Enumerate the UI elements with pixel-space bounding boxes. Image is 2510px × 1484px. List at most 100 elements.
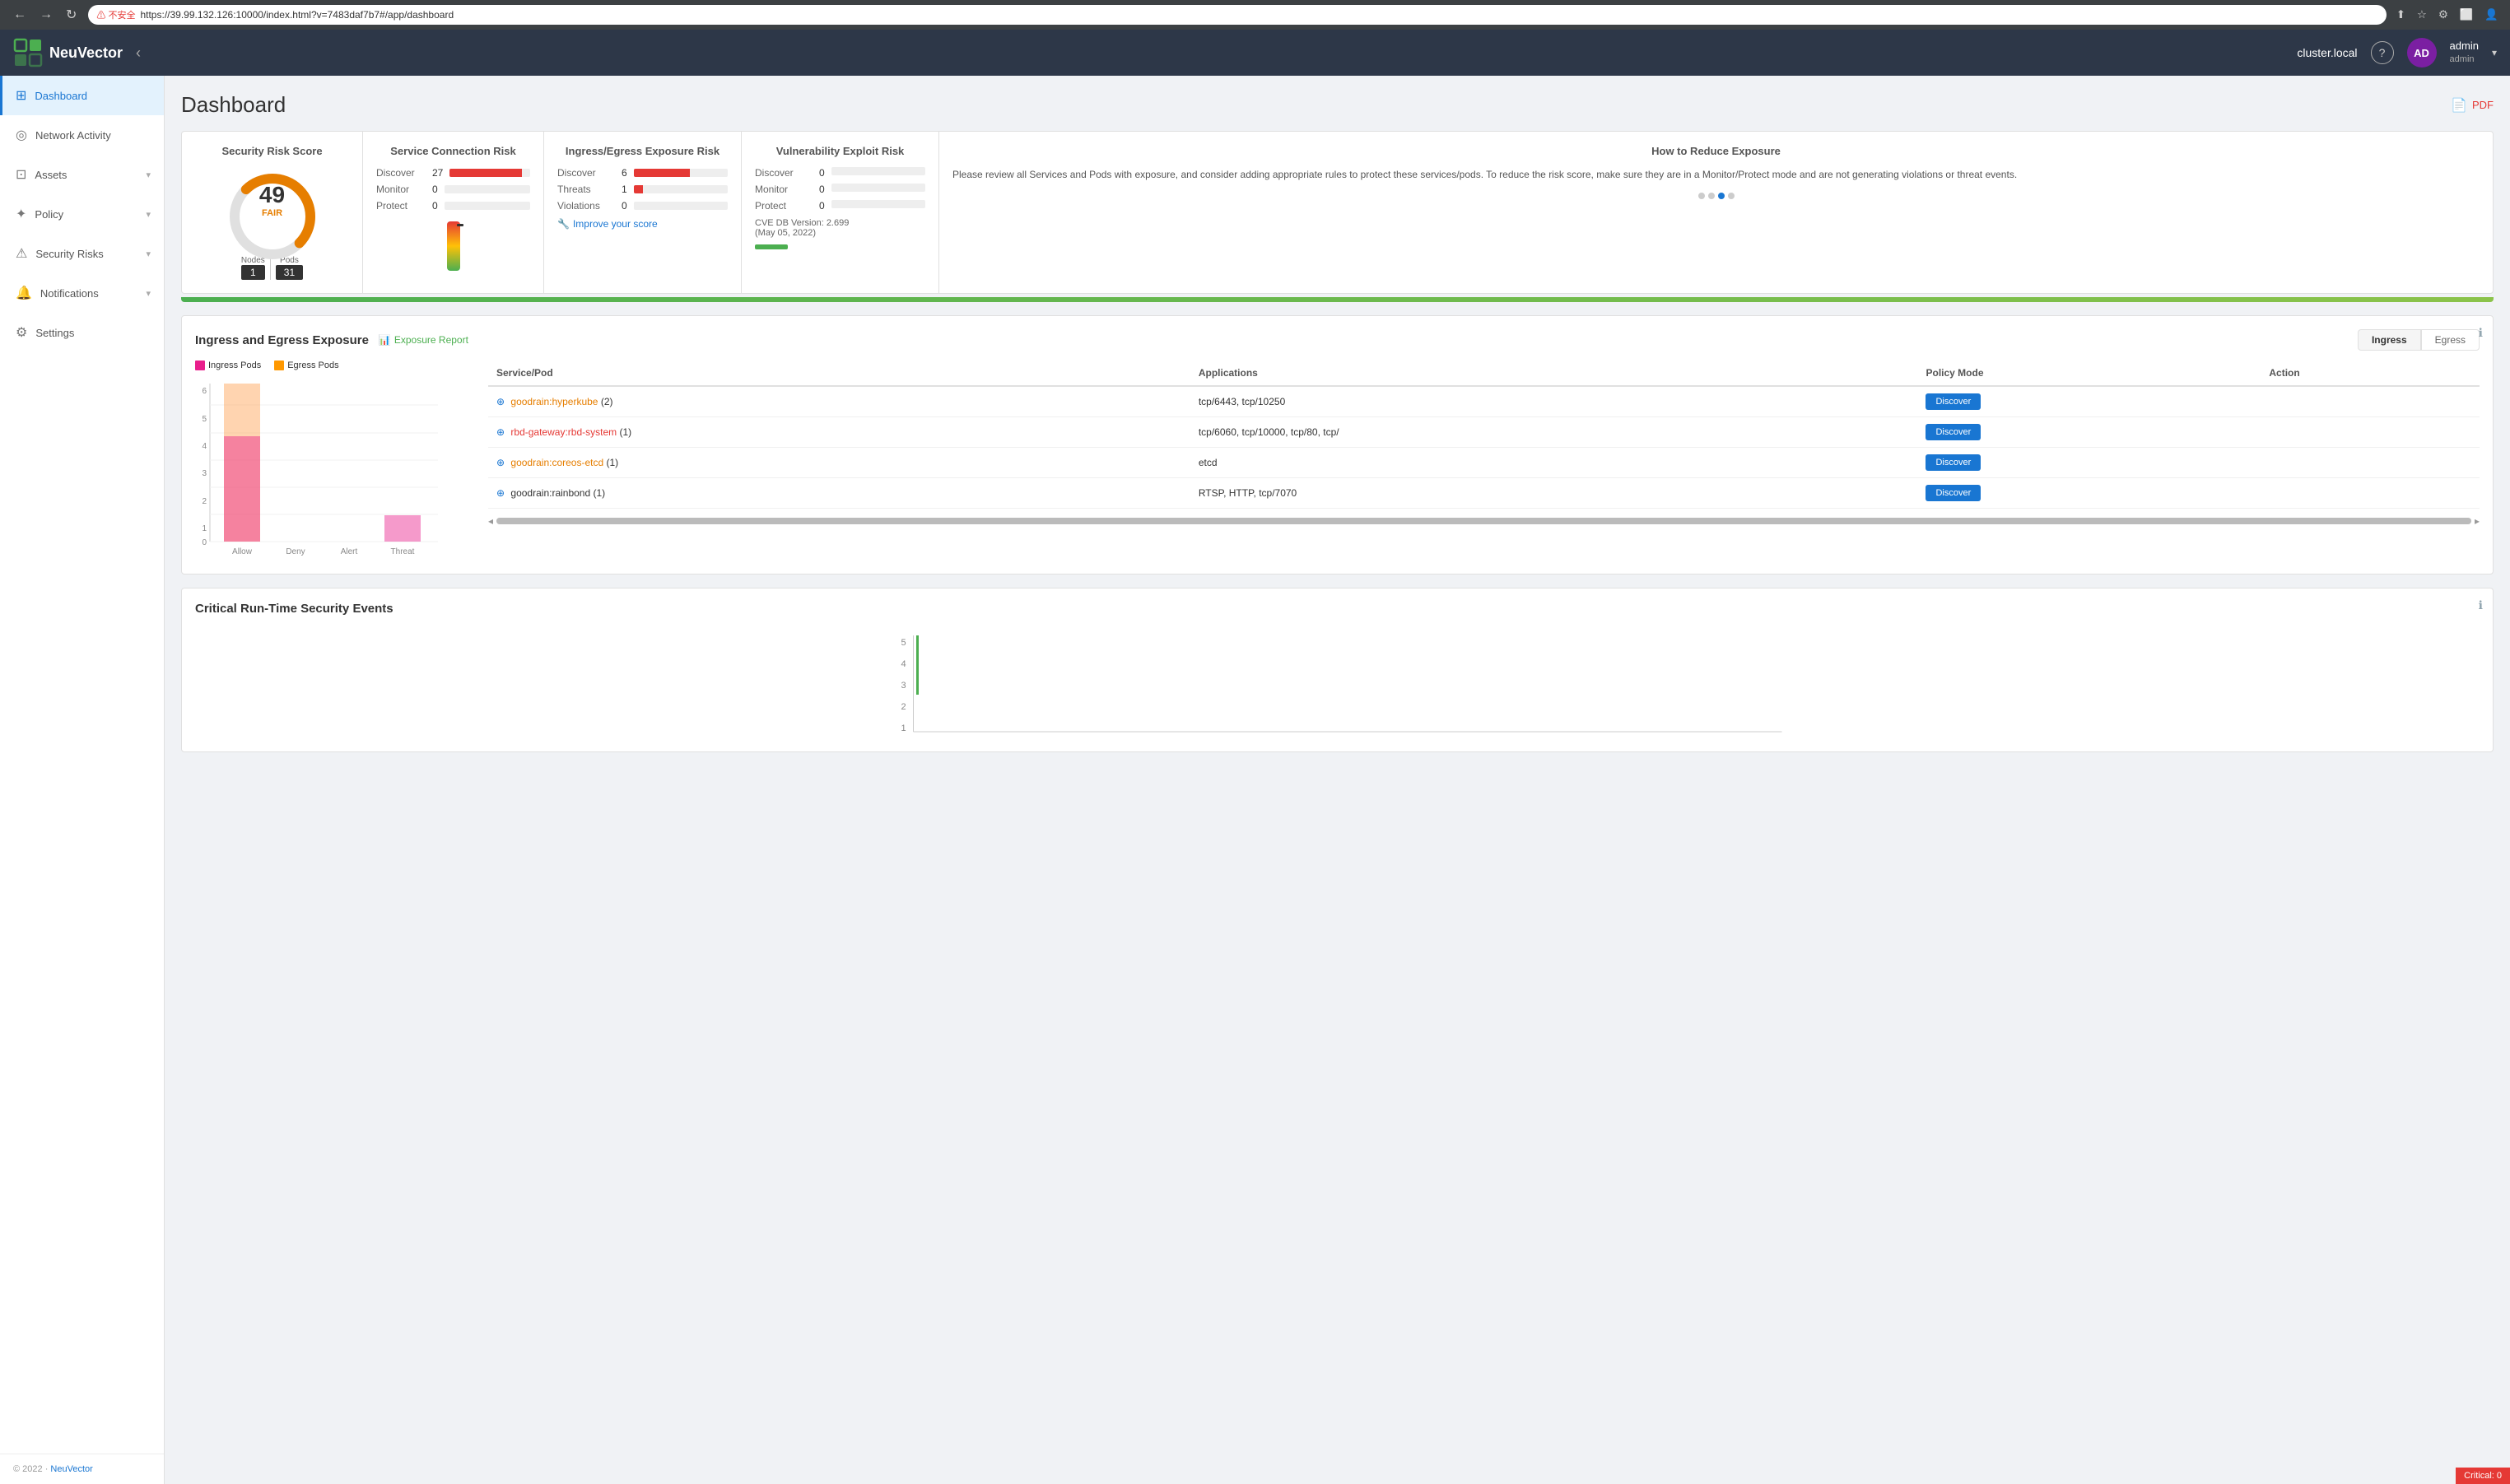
action-cell	[2261, 417, 2480, 448]
bar-chart-svg: 6 5 4 3 2 1 0	[195, 377, 442, 558]
pdf-button[interactable]: 📄 PDF	[2451, 97, 2494, 114]
user-avatar[interactable]: AD	[2407, 38, 2437, 67]
critical-events-svg: 5 4 3 2 1	[195, 629, 2480, 736]
scr-monitor-value: 0	[432, 184, 438, 195]
info-icon[interactable]: ℹ	[2479, 326, 2483, 340]
critical-events-section: ℹ Critical Run-Time Security Events 5 4 …	[181, 588, 2494, 752]
expand-icon[interactable]: ⊕	[496, 426, 505, 438]
chevron-down-icon: ▾	[146, 170, 151, 180]
security-risk-score-title: Security Risk Score	[195, 145, 349, 157]
col-policy-mode: Policy Mode	[1917, 361, 2261, 386]
ie-threats-value: 1	[622, 184, 627, 195]
bookmark-button[interactable]: ☆	[2414, 7, 2430, 23]
ingress-toggle-button[interactable]: Ingress	[2358, 329, 2421, 351]
policy-icon: ✦	[16, 206, 26, 222]
cve-db-version: CVE DB Version: 2.699 (May 05, 2022)	[755, 218, 925, 238]
discover-button[interactable]: Discover	[1926, 393, 1981, 410]
bar-chart-container: 6 5 4 3 2 1 0	[195, 377, 475, 561]
extensions-button[interactable]: ⚙	[2435, 7, 2452, 23]
security-risk-score-card: Security Risk Score 49 FAIR	[182, 132, 363, 293]
pods-value: 31	[276, 265, 303, 280]
service-link-hyperkube[interactable]: goodrain:hyperkube	[510, 396, 598, 407]
critical-badge: Critical: 0	[2456, 1468, 2510, 1484]
ie-rows: Discover 6 Threats 1 Viola	[557, 167, 728, 212]
expand-icon[interactable]: ⊕	[496, 396, 505, 407]
share-button[interactable]: ⬆	[2393, 7, 2409, 23]
section-header: Ingress and Egress Exposure 📊 Exposure R…	[195, 329, 2480, 351]
ie-row-violations: Violations 0	[557, 200, 728, 212]
back-button[interactable]: ←	[8, 6, 31, 24]
carousel-dot-4[interactable]	[1728, 193, 1735, 199]
service-count: (1)	[606, 457, 618, 468]
browser-actions: ⬆ ☆ ⚙ ⬜ 👤	[2393, 7, 2502, 23]
app-title: NeuVector	[49, 44, 123, 62]
sidebar-item-network-activity[interactable]: ◎ Network Activity	[0, 115, 164, 155]
info-icon[interactable]: ℹ	[2479, 598, 2483, 612]
carousel-dot-1[interactable]	[1698, 193, 1705, 199]
sidebar-footer: © 2022 · NeuVector	[0, 1454, 164, 1484]
ie-discover-value: 6	[622, 167, 627, 179]
svg-text:3: 3	[202, 469, 207, 478]
discover-button[interactable]: Discover	[1926, 454, 1981, 471]
ie-threats-bar	[634, 185, 728, 193]
ie-violations-bar	[634, 202, 728, 210]
svg-text:6: 6	[202, 387, 207, 396]
egress-toggle-button[interactable]: Egress	[2421, 329, 2480, 351]
service-count: (1)	[594, 487, 606, 499]
expand-icon[interactable]: ⊕	[496, 487, 505, 499]
sidebar-item-settings[interactable]: ⚙ Settings	[0, 313, 164, 352]
forward-button[interactable]: →	[35, 6, 58, 24]
url-bar[interactable]: ⚠ 不安全 https://39.99.132.126:10000/index.…	[88, 5, 2386, 25]
vuln-row-protect: Protect 0	[755, 200, 925, 212]
profile-button[interactable]: 👤	[2481, 7, 2502, 23]
vuln-row-discover: Discover 0	[755, 167, 925, 179]
svg-text:2: 2	[901, 702, 906, 712]
service-cell: ⊕ goodrain:rainbond (1)	[488, 478, 1190, 509]
chevron-down-icon: ▾	[146, 249, 151, 259]
scroll-left-arrow[interactable]: ◂	[488, 515, 493, 527]
svg-text:1: 1	[901, 723, 906, 733]
scroll-right-arrow[interactable]: ▸	[2475, 515, 2480, 527]
bar-fill	[634, 169, 691, 177]
sidebar-item-policy[interactable]: ✦ Policy ▾	[0, 194, 164, 234]
critical-events-title: Critical Run-Time Security Events	[195, 602, 2480, 616]
reload-button[interactable]: ↻	[61, 5, 81, 25]
help-button[interactable]: ?	[2371, 41, 2394, 64]
sidebar-item-notifications[interactable]: 🔔 Notifications ▾	[0, 273, 164, 313]
policy-mode-cell: Discover	[1917, 478, 2261, 509]
report-icon: 📊	[379, 334, 391, 346]
neuvector-link[interactable]: NeuVector	[50, 1464, 92, 1474]
service-link-rbd-gateway[interactable]: rbd-gateway:rbd-system	[510, 426, 617, 438]
allow-ingress-bar	[224, 436, 260, 542]
wrench-icon: 🔧	[557, 218, 570, 230]
discover-button[interactable]: Discover	[1926, 424, 1981, 440]
carousel-dot-2[interactable]	[1708, 193, 1715, 199]
exposure-table: Service/Pod Applications Policy Mode Act…	[488, 361, 2480, 561]
expand-icon[interactable]: ⊕	[496, 457, 505, 468]
horizontal-scrollbar[interactable]	[496, 518, 2471, 524]
user-dropdown-button[interactable]: ▾	[2492, 47, 2497, 58]
sidebar-toggle-button[interactable]: ‹	[136, 44, 141, 62]
scr-monitor-bar	[445, 185, 530, 193]
app-header: NeuVector ‹ cluster.local ? AD admin adm…	[0, 30, 2510, 76]
scr-row-protect: Protect 0	[376, 200, 530, 212]
user-role: admin	[2450, 53, 2479, 65]
service-link-rainbond[interactable]: goodrain:rainbond	[510, 487, 590, 499]
browser-nav-buttons: ← → ↻	[8, 5, 81, 25]
tab-button[interactable]: ⬜	[2456, 7, 2477, 23]
exposure-report-link[interactable]: 📊 Exposure Report	[379, 334, 468, 346]
sidebar-item-dashboard[interactable]: ⊞ Dashboard	[0, 76, 164, 115]
ingress-legend-box	[195, 361, 205, 370]
discover-button[interactable]: Discover	[1926, 485, 1981, 501]
legend-ingress: Ingress Pods	[195, 361, 261, 370]
carousel-dot-3[interactable]	[1718, 193, 1725, 199]
improve-score-link[interactable]: 🔧 Improve your score	[557, 218, 728, 230]
action-cell	[2261, 478, 2480, 509]
sidebar-item-assets[interactable]: ⊡ Assets ▾	[0, 155, 164, 194]
scrollbar-thumb	[496, 518, 2471, 524]
ingress-egress-risk-card: Ingress/Egress Exposure Risk Discover 6 …	[544, 132, 742, 293]
service-link-coreos-etcd[interactable]: goodrain:coreos-etcd	[510, 457, 603, 468]
sidebar-item-security-risks[interactable]: ⚠ Security Risks ▾	[0, 234, 164, 273]
ingress-egress-section: Ingress and Egress Exposure 📊 Exposure R…	[181, 315, 2494, 575]
svg-text:0: 0	[202, 538, 207, 547]
